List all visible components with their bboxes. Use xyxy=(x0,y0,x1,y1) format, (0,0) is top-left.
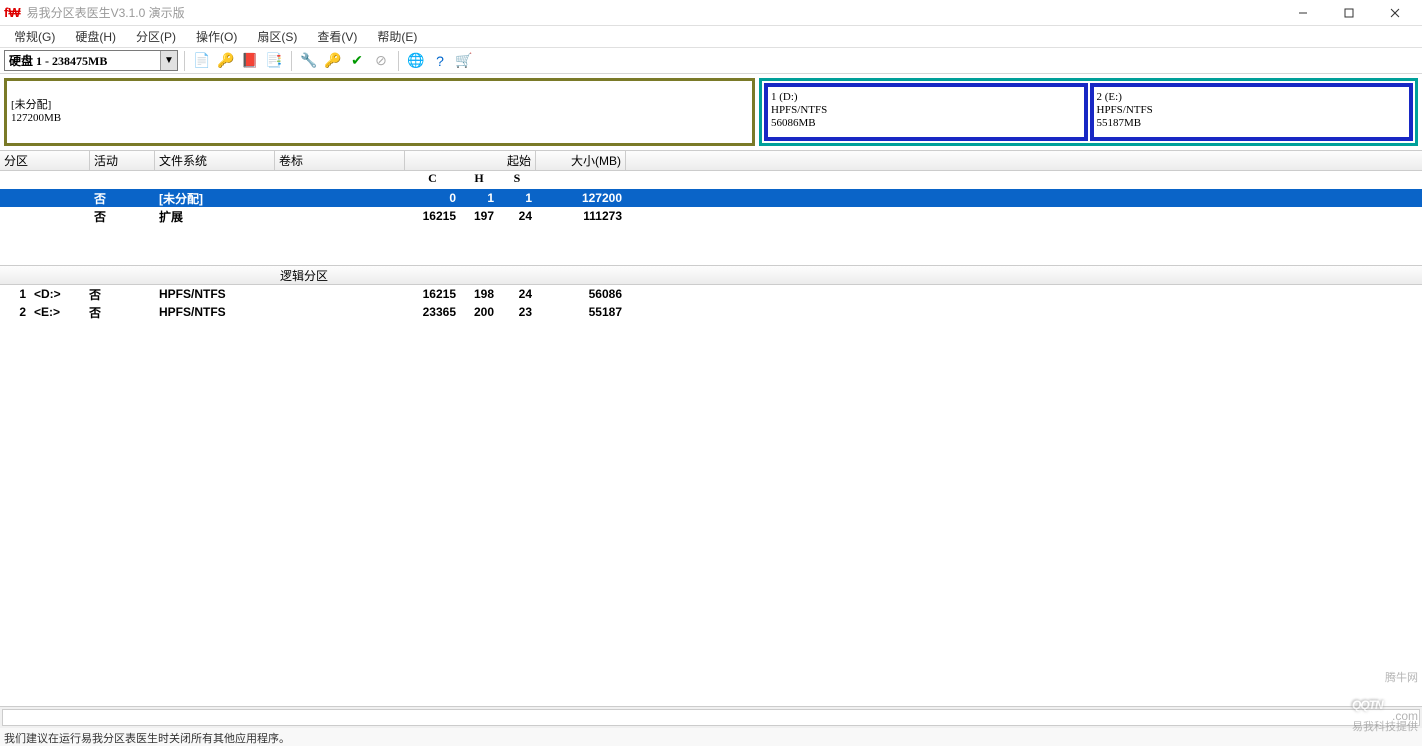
title-bar: f₩ 易我分区表医生V3.1.0 演示版 xyxy=(0,0,1422,26)
toolbar-key-icon[interactable]: 🔑 xyxy=(322,50,344,72)
cell-c: 23365 xyxy=(405,305,460,319)
col-active[interactable]: 活动 xyxy=(90,151,155,170)
table-header: 分区 活动 文件系统 卷标 起始 大小(MB) xyxy=(0,151,1422,171)
logical-header-label: 逻辑分区 xyxy=(280,267,328,284)
status-bar xyxy=(0,706,1422,728)
cell-fs: 扩展 xyxy=(155,208,275,225)
watermark-domain: QQTN xyxy=(1352,698,1383,712)
col-partition[interactable]: 分区 xyxy=(0,151,90,170)
logical-partition-header: 逻辑分区 xyxy=(0,265,1422,285)
part-size: 56086MB xyxy=(771,117,1081,130)
chevron-down-icon: ▼ xyxy=(160,51,177,70)
window-title: 易我分区表医生V3.1.0 演示版 xyxy=(27,4,1280,21)
toolbar: 硬盘 1 - 238475MB ▼ 📄 🔑 📕 📑 🔧 🔑 ✔ ⊘ 🌐 ? 🛒 xyxy=(0,48,1422,74)
cell-size: 55187 xyxy=(536,305,626,319)
cell-s: 24 xyxy=(498,287,536,301)
diskmap-extended: 1 (D:) HPFS/NTFS 56086MB 2 (E:) HPFS/NTF… xyxy=(759,78,1418,146)
cell-size: 127200 xyxy=(536,191,626,205)
maximize-button[interactable] xyxy=(1326,1,1372,25)
cell-active: 否 xyxy=(90,190,155,207)
cell-active: 否 xyxy=(85,304,155,321)
part-size: 55187MB xyxy=(1097,117,1407,130)
menu-disk[interactable]: 硬盘(H) xyxy=(65,26,126,47)
part-fs: HPFS/NTFS xyxy=(771,104,1081,117)
unalloc-size: 127200MB xyxy=(11,112,748,125)
toolbar-stop-icon[interactable]: ⊘ xyxy=(370,50,392,72)
cell-h: 1 xyxy=(460,191,498,205)
watermark-slogan: 易我科技提供 xyxy=(1352,722,1418,732)
menu-general[interactable]: 常规(G) xyxy=(4,26,65,47)
toolbar-separator xyxy=(398,51,399,71)
cell-h: 198 xyxy=(460,287,498,301)
watermark: 腾牛网 QQTN .com 易我科技提供 xyxy=(1352,673,1418,732)
disk-map: [未分配] 127200MB 1 (D:) HPFS/NTFS 56086MB … xyxy=(0,74,1422,150)
cell-fs: [未分配] xyxy=(155,190,275,207)
table-row[interactable]: 1 <D:> 否 HPFS/NTFS 16215 198 24 56086 xyxy=(0,285,1422,303)
app-icon: f₩ xyxy=(4,5,21,20)
col-size[interactable]: 大小(MB) xyxy=(536,151,626,170)
subcol-h: H xyxy=(460,171,498,189)
toolbar-help-icon[interactable]: ? xyxy=(429,50,451,72)
close-button[interactable] xyxy=(1372,1,1418,25)
cell-fs: HPFS/NTFS xyxy=(155,305,275,319)
toolbar-disk-icon[interactable]: 📕 xyxy=(239,50,261,72)
toolbar-page-icon[interactable]: 📄 xyxy=(191,50,213,72)
toolbar-separator xyxy=(291,51,292,71)
toolbar-wrench-icon[interactable]: 🔧 xyxy=(298,50,320,72)
col-filesystem[interactable]: 文件系统 xyxy=(155,151,275,170)
menu-help[interactable]: 帮助(E) xyxy=(367,26,427,47)
disk-selector-value: 硬盘 1 - 238475MB xyxy=(5,52,160,69)
toolbar-globe-icon[interactable]: 🌐 xyxy=(405,50,427,72)
status-panel xyxy=(2,709,1420,726)
footer-hint: 我们建议在运行易我分区表医生时关闭所有其他应用程序。 xyxy=(0,728,1422,746)
minimize-button[interactable] xyxy=(1280,1,1326,25)
menu-sector[interactable]: 扇区(S) xyxy=(247,26,307,47)
diskmap-partition-d[interactable]: 1 (D:) HPFS/NTFS 56086MB xyxy=(764,83,1088,141)
cell-size: 111273 xyxy=(536,209,626,223)
watermark-brand: 腾牛网 xyxy=(1352,673,1418,683)
cell-h: 197 xyxy=(460,209,498,223)
table-row[interactable]: 否 [未分配] 0 1 1 127200 xyxy=(0,189,1422,207)
disk-selector[interactable]: 硬盘 1 - 238475MB ▼ xyxy=(4,50,178,71)
diskmap-partition-e[interactable]: 2 (E:) HPFS/NTFS 55187MB xyxy=(1090,83,1414,141)
partition-table: 分区 活动 文件系统 卷标 起始 大小(MB) C H S 否 [未分配] 0 … xyxy=(0,150,1422,321)
unalloc-label: [未分配] xyxy=(11,99,748,112)
subcol-c: C xyxy=(405,171,460,189)
subcol-s: S xyxy=(498,171,536,189)
menu-bar: 常规(G) 硬盘(H) 分区(P) 操作(O) 扇区(S) 查看(V) 帮助(E… xyxy=(0,26,1422,48)
cell-size: 56086 xyxy=(536,287,626,301)
cell-h: 200 xyxy=(460,305,498,319)
table-subheader: C H S xyxy=(0,171,1422,189)
part-title: 2 (E:) xyxy=(1097,91,1407,104)
cell-s: 23 xyxy=(498,305,536,319)
part-title: 1 (D:) xyxy=(771,91,1081,104)
cell-drive: <D:> xyxy=(30,287,85,301)
toolbar-separator xyxy=(184,51,185,71)
cell-active: 否 xyxy=(85,286,155,303)
cell-s: 1 xyxy=(498,191,536,205)
cell-fs: HPFS/NTFS xyxy=(155,287,275,301)
col-label[interactable]: 卷标 xyxy=(275,151,405,170)
toolbar-key-red-icon[interactable]: 🔑 xyxy=(215,50,237,72)
cell-c: 0 xyxy=(405,191,460,205)
toolbar-page2-icon[interactable]: 📑 xyxy=(263,50,285,72)
cell-c: 16215 xyxy=(405,287,460,301)
toolbar-check-icon[interactable]: ✔ xyxy=(346,50,368,72)
menu-view[interactable]: 查看(V) xyxy=(307,26,367,47)
part-fs: HPFS/NTFS xyxy=(1097,104,1407,117)
cell-drive: <E:> xyxy=(30,305,85,319)
table-row[interactable]: 2 <E:> 否 HPFS/NTFS 23365 200 23 55187 xyxy=(0,303,1422,321)
cell-s: 24 xyxy=(498,209,536,223)
cell-idx: 1 xyxy=(0,287,30,301)
cell-idx: 2 xyxy=(0,305,30,319)
cell-c: 16215 xyxy=(405,209,460,223)
toolbar-cart-icon[interactable]: 🛒 xyxy=(453,50,475,72)
diskmap-unallocated[interactable]: [未分配] 127200MB xyxy=(4,78,755,146)
menu-partition[interactable]: 分区(P) xyxy=(126,26,186,47)
cell-active: 否 xyxy=(90,208,155,225)
col-start[interactable]: 起始 xyxy=(405,151,536,170)
menu-operation[interactable]: 操作(O) xyxy=(186,26,247,47)
table-row[interactable]: 否 扩展 16215 197 24 111273 xyxy=(0,207,1422,225)
